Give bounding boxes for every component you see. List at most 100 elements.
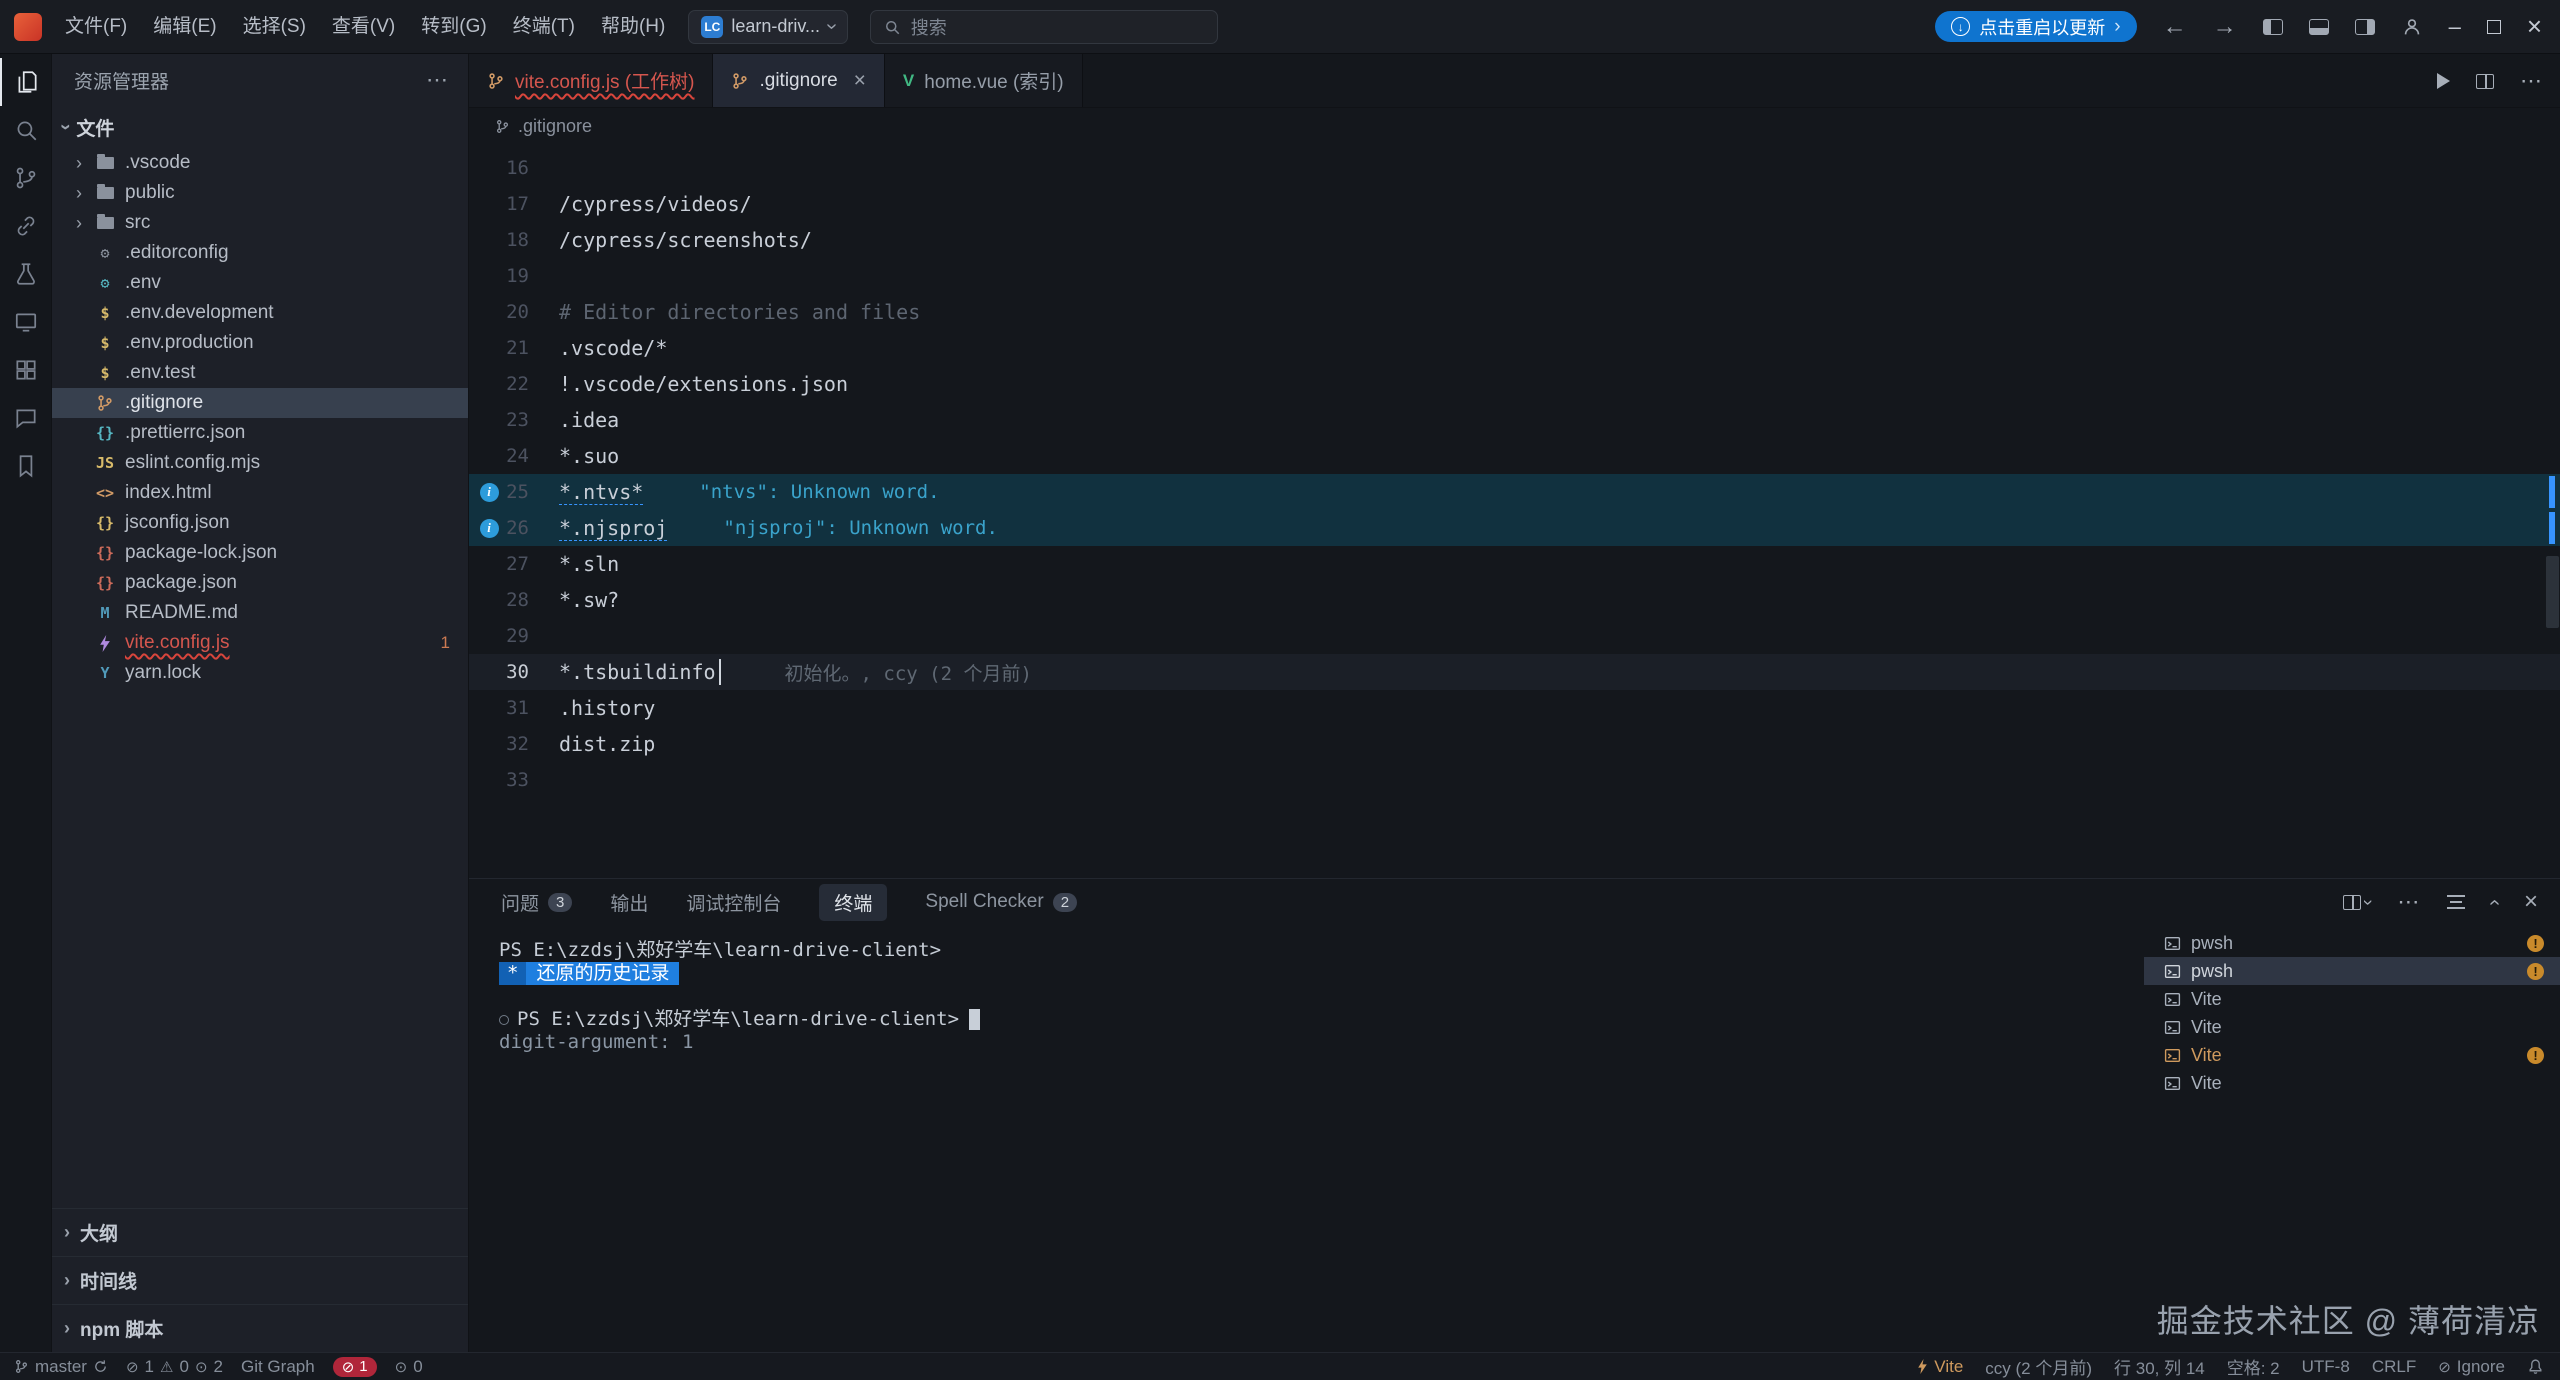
- more-actions-icon[interactable]: ⋯: [2397, 889, 2421, 915]
- menu-edit[interactable]: 编辑(E): [140, 0, 229, 54]
- info-count[interactable]: ⊙0: [395, 1357, 423, 1377]
- menu-selection[interactable]: 选择(S): [230, 0, 319, 54]
- vite-status[interactable]: Vite: [1917, 1357, 1963, 1377]
- terminal-list-item[interactable]: Vite!: [2144, 1041, 2560, 1069]
- terminal-list-item-selected[interactable]: pwsh!: [2144, 957, 2560, 985]
- global-search-input[interactable]: 搜索: [870, 10, 1218, 44]
- menu-view[interactable]: 查看(V): [319, 0, 408, 54]
- outline-section[interactable]: ›大纲: [52, 1208, 468, 1256]
- file-item[interactable]: ›public: [52, 178, 468, 208]
- close-button[interactable]: ×: [2527, 11, 2542, 42]
- indentation-status[interactable]: 空格: 2: [2227, 1354, 2280, 1379]
- explorer-more-icon[interactable]: ⋯: [426, 67, 450, 93]
- terminal-list-item[interactable]: Vite: [2144, 1069, 2560, 1097]
- code-editor[interactable]: 16 17/cypress/videos/ 18/cypress/screens…: [469, 144, 2560, 878]
- info-icon[interactable]: i: [480, 483, 499, 502]
- restart-update-button[interactable]: ↓ 点击重启以更新 ›: [1935, 11, 2136, 42]
- close-icon[interactable]: ×: [854, 69, 866, 93]
- back-button[interactable]: ←: [2163, 13, 2187, 41]
- testing-icon[interactable]: [0, 250, 52, 298]
- editor-scrollbar[interactable]: [2546, 556, 2559, 628]
- file-item[interactable]: {}jsconfig.json: [52, 508, 468, 538]
- maximize-button[interactable]: [2487, 20, 2501, 34]
- file-item-gitignore[interactable]: .gitignore: [52, 388, 468, 418]
- terminal-list-item[interactable]: pwsh!: [2144, 929, 2560, 957]
- git-graph-button[interactable]: Git Graph: [241, 1357, 315, 1377]
- tab-spell-checker[interactable]: Spell Checker2: [925, 891, 1077, 913]
- file-item-vite-config[interactable]: vite.config.js1: [52, 628, 468, 658]
- tab-home-vue[interactable]: V home.vue (索引): [885, 54, 1083, 107]
- toggle-panel-icon[interactable]: [2309, 19, 2329, 35]
- account-icon[interactable]: [2401, 16, 2423, 38]
- breadcrumb-item[interactable]: .gitignore: [518, 116, 592, 137]
- file-item[interactable]: ⚙.env: [52, 268, 468, 298]
- download-icon: ↓: [1951, 17, 1970, 36]
- spell-ignore-status[interactable]: ⊘Ignore: [2438, 1357, 2505, 1377]
- chat-icon[interactable]: [0, 394, 52, 442]
- close-panel-icon[interactable]: ×: [2524, 888, 2538, 916]
- update-label: 点击重启以更新: [1979, 14, 2105, 40]
- branch-indicator[interactable]: master: [14, 1357, 108, 1377]
- file-item[interactable]: MREADME.md: [52, 598, 468, 628]
- file-item[interactable]: $.env.development: [52, 298, 468, 328]
- source-control-icon[interactable]: [0, 154, 52, 202]
- explorer-icon[interactable]: [0, 58, 52, 106]
- overview-ruler-info-mark: [2549, 512, 2555, 544]
- file-item[interactable]: ›.vscode: [52, 148, 468, 178]
- bookmarks-icon[interactable]: [0, 442, 52, 490]
- file-item[interactable]: {}.prettierrc.json: [52, 418, 468, 448]
- editor-sessions-icon[interactable]: [0, 298, 52, 346]
- forward-button[interactable]: →: [2213, 13, 2237, 41]
- run-file-icon[interactable]: [2437, 73, 2450, 89]
- command-decoration-icon[interactable]: [499, 1015, 509, 1025]
- info-icon[interactable]: i: [480, 519, 499, 538]
- toggle-secondary-sidebar-icon[interactable]: [2355, 19, 2375, 35]
- file-item[interactable]: $.env.production: [52, 328, 468, 358]
- problems-indicator[interactable]: ⊘1 ⚠0 ⊙2: [126, 1357, 223, 1377]
- chevron-down-icon[interactable]: ›: [2358, 899, 2379, 905]
- terminal-list-item[interactable]: Vite: [2144, 1013, 2560, 1041]
- workspace-selector[interactable]: LC learn-driv... ›: [688, 10, 847, 44]
- encoding-status[interactable]: UTF-8: [2302, 1357, 2350, 1377]
- tab-terminal[interactable]: 终端: [819, 884, 887, 921]
- remote-explorer-icon[interactable]: [0, 202, 52, 250]
- tab-problems[interactable]: 问题3: [501, 889, 572, 916]
- menu-help[interactable]: 帮助(H): [588, 0, 678, 54]
- search-icon[interactable]: [0, 106, 52, 154]
- file-item[interactable]: JSeslint.config.mjs: [52, 448, 468, 478]
- npm-scripts-section[interactable]: ›npm 脚本: [52, 1304, 468, 1352]
- tab-output[interactable]: 输出: [610, 889, 648, 916]
- tab-vite-config[interactable]: vite.config.js (工作树): [469, 54, 713, 107]
- timeline-section[interactable]: ›时间线: [52, 1256, 468, 1304]
- file-item[interactable]: {}package-lock.json: [52, 538, 468, 568]
- tab-gitignore[interactable]: .gitignore ×: [713, 54, 884, 107]
- terminal-output[interactable]: PS E:\zzdsj\郑好学车\learn-drive-client> *还原…: [469, 925, 2140, 1352]
- more-actions-icon[interactable]: ⋯: [2520, 68, 2544, 94]
- tab-debug-console[interactable]: 调试控制台: [686, 889, 781, 916]
- blame-status[interactable]: ccy (2 个月前): [1985, 1354, 2092, 1379]
- extensions-icon[interactable]: [0, 346, 52, 394]
- menu-terminal[interactable]: 终端(T): [500, 0, 588, 54]
- info-icon: ⊙: [195, 1358, 208, 1376]
- menu-file[interactable]: 文件(F): [52, 0, 140, 54]
- file-item[interactable]: $.env.test: [52, 358, 468, 388]
- maximize-panel-icon[interactable]: ›: [2483, 899, 2506, 906]
- file-item[interactable]: ⚙.editorconfig: [52, 238, 468, 268]
- file-item[interactable]: <>index.html: [52, 478, 468, 508]
- sync-icon[interactable]: [93, 1359, 108, 1374]
- file-item[interactable]: {}package.json: [52, 568, 468, 598]
- breadcrumb[interactable]: .gitignore: [469, 108, 2560, 144]
- files-section-header[interactable]: › 文件: [52, 106, 468, 148]
- toggle-sidebar-icon[interactable]: [2263, 19, 2283, 35]
- filter-icon[interactable]: [2447, 895, 2465, 909]
- error-badge[interactable]: ⊘1: [333, 1357, 377, 1377]
- minimize-button[interactable]: –: [2449, 14, 2461, 40]
- cursor-position[interactable]: 行 30, 列 14: [2114, 1354, 2205, 1379]
- notifications-bell-icon[interactable]: [2527, 1358, 2544, 1375]
- file-item[interactable]: ›src: [52, 208, 468, 238]
- split-editor-icon[interactable]: [2476, 74, 2494, 89]
- eol-status[interactable]: CRLF: [2372, 1357, 2416, 1377]
- menu-goto[interactable]: 转到(G): [408, 0, 499, 54]
- file-item[interactable]: Yyarn.lock: [52, 658, 468, 688]
- terminal-list-item[interactable]: Vite: [2144, 985, 2560, 1013]
